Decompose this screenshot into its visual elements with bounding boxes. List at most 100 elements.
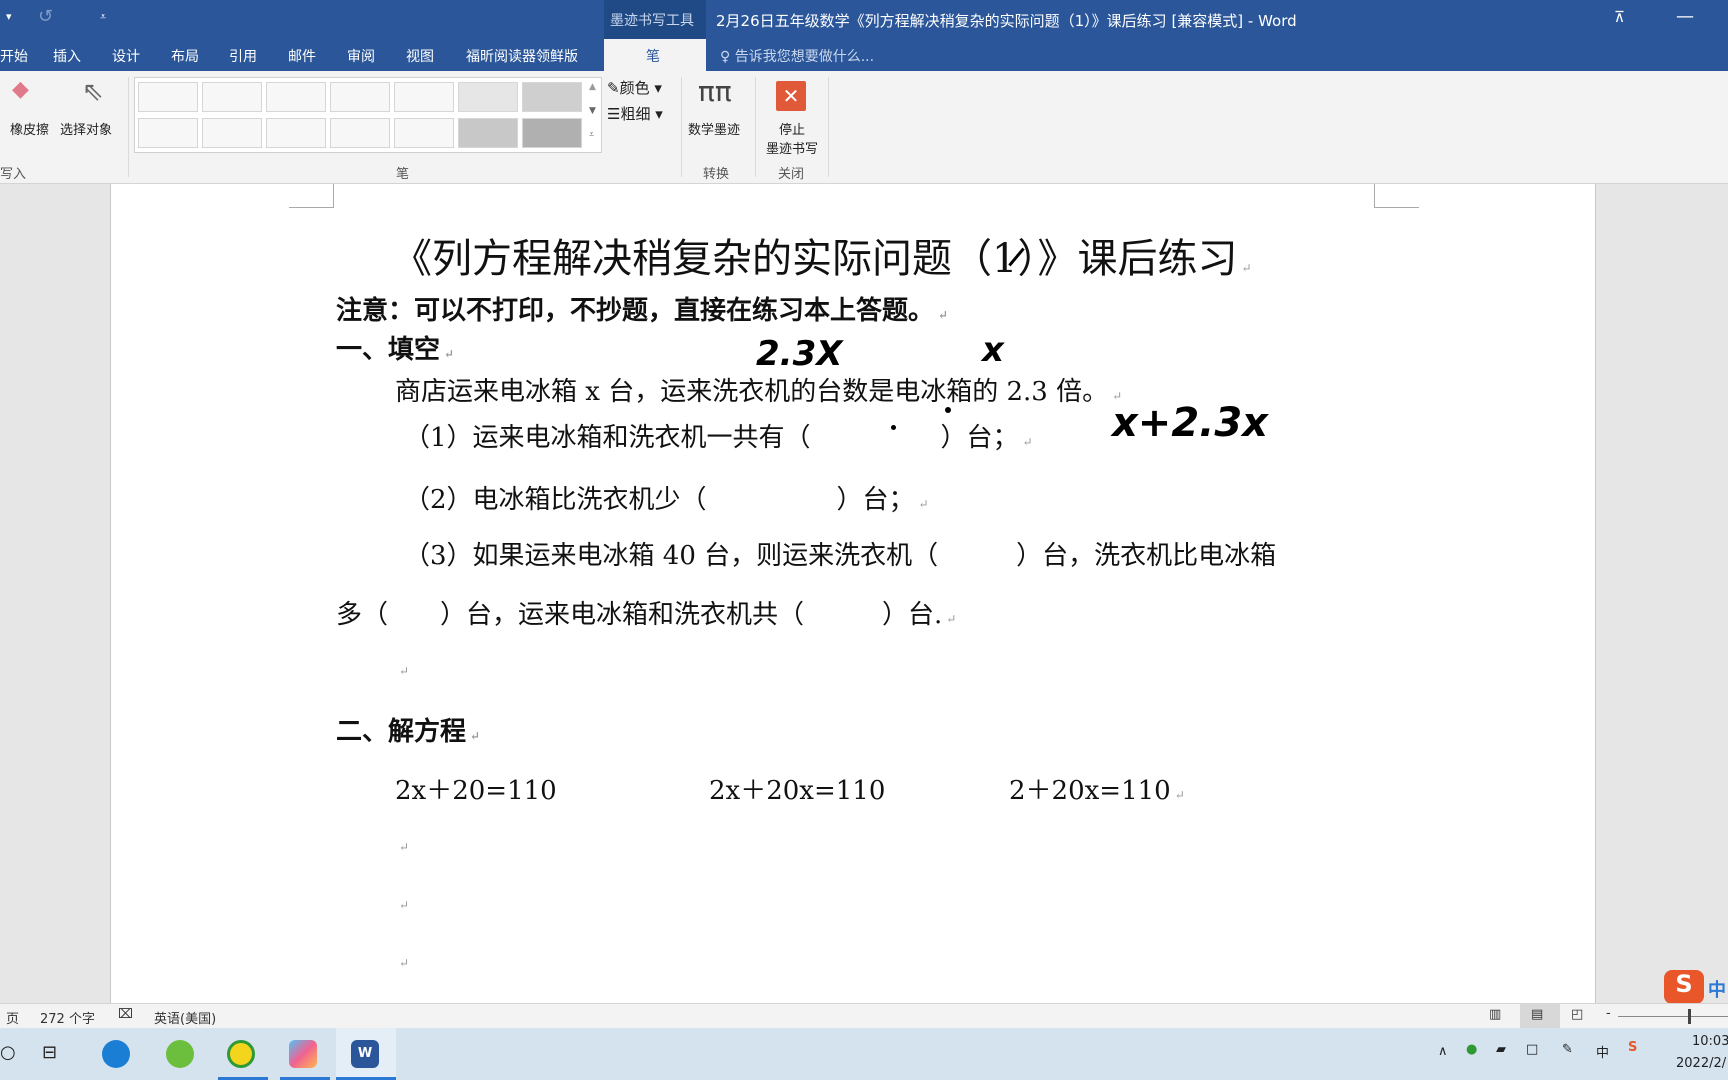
ribbon-display-options-icon[interactable]: ⊼ (1614, 8, 1625, 26)
status-bar: 页 272 个字 ⌧ 英语(美国) ▥ ▤ ◰ - (0, 1003, 1728, 1028)
thickness-icon: ☰ (607, 105, 621, 123)
minimize-icon[interactable]: — (1676, 6, 1694, 27)
question-2: （2）电冰箱比洗衣机少（ ）台； ↵ (404, 485, 929, 515)
taskbar: ○ ⊟ W ∧ ● ▰ □ ✎ 中 S 10:03 2022/2/ (0, 1028, 1728, 1080)
gallery-expand[interactable]: ⩡ (589, 130, 594, 140)
tab-insert[interactable]: 插入 (53, 46, 81, 66)
tab-review[interactable]: 审阅 (347, 46, 375, 66)
edge-icon[interactable] (102, 1040, 130, 1068)
window-title: 2月26日五年级数学《列方程解决稍复杂的实际问题（1）》课后练习 [兼容模式] … (716, 12, 1297, 30)
language-indicator[interactable]: 英语(美国) (154, 1008, 216, 1027)
paragraph-mark: ↵ (399, 840, 410, 854)
document-title: 《列方程解决稍复杂的实际问题（1）》课后练习 ↵ (392, 236, 1252, 282)
pen-style[interactable] (202, 82, 262, 112)
qat-dropdown-icon[interactable]: ▾ (6, 10, 12, 23)
stop-close-icon: ✕ (776, 81, 806, 111)
zoom-slider-thumb[interactable] (1688, 1009, 1691, 1024)
paragraph-mark: ↵ (399, 956, 410, 970)
eraser-icon: ◆ (12, 77, 29, 102)
paragraph-mark: ↵ (399, 898, 410, 912)
equation-2: 2x＋20x=110 (709, 776, 886, 806)
thickness-button[interactable]: ☰粗细 ▾ (607, 103, 663, 124)
customize-qat-icon[interactable]: ⩡ (100, 10, 106, 24)
pen-color-icon: ✎ (607, 79, 620, 97)
pen-style[interactable] (266, 118, 326, 148)
tray-sogou-icon[interactable]: S (1628, 1040, 1637, 1055)
clock-time[interactable]: 10:03 (1692, 1034, 1728, 1049)
tab-foxit[interactable]: 福昕阅读器领鲜版 (466, 46, 578, 66)
pen-style[interactable] (330, 118, 390, 148)
zoom-out-button[interactable]: - (1606, 1006, 1611, 1021)
tab-mailings[interactable]: 邮件 (288, 46, 316, 66)
tray-pen-icon[interactable]: ✎ (1562, 1042, 1573, 1057)
pen-style[interactable] (266, 82, 326, 112)
ink-annotation: x+2.3x (1112, 400, 1268, 446)
math-ink-button[interactable]: 数学墨迹 (688, 119, 740, 138)
ime-mode-icon[interactable]: 中 (1708, 976, 1726, 1002)
ink-dot (891, 425, 896, 430)
color-button[interactable]: ✎颜色 ▾ (607, 77, 662, 98)
zoom-slider[interactable] (1618, 1016, 1728, 1017)
gallery-scroll-down[interactable]: ▼ (589, 106, 596, 116)
pen-style[interactable] (394, 82, 454, 112)
word-icon[interactable]: W (351, 1040, 379, 1068)
math-pi-icon: ππ (698, 75, 732, 108)
section-fill-blank: 一、填空 ↵ (336, 335, 455, 365)
select-cursor-icon: ⇖ (82, 77, 104, 107)
stop-inking-button[interactable]: 停止 墨迹书写 (760, 119, 824, 157)
pen-style[interactable] (138, 82, 198, 112)
app-icon[interactable] (289, 1040, 317, 1068)
eraser-button[interactable]: 橡皮擦 (10, 119, 49, 138)
sogou-ime-icon[interactable]: S (1664, 970, 1704, 1004)
question-3-line1: （3）如果运来电冰箱 40 台，则运来洗衣机（ ）台，洗衣机比电冰箱 (404, 541, 1277, 571)
lightbulb-icon: ♀ (720, 49, 735, 65)
highlighter-style[interactable] (522, 118, 582, 148)
highlighter-style[interactable] (522, 82, 582, 112)
ribbon: ◆ 橡皮擦 ⇖ 选择对象 写入 ▲ ▼ ⩡ ✎颜色 ▾ ☰粗细 ▾ 笔 ππ 数… (0, 71, 1728, 184)
tray-network-icon[interactable]: □ (1526, 1042, 1538, 1057)
tab-references[interactable]: 引用 (229, 46, 257, 66)
pen-style[interactable] (394, 118, 454, 148)
tell-me-search[interactable]: ♀ 告诉我您想要做什么... (720, 46, 874, 66)
show-hidden-icons[interactable]: ∧ (1438, 1044, 1448, 1059)
page-count[interactable]: 页 (6, 1008, 19, 1027)
read-mode-icon[interactable]: ▥ (1489, 1007, 1501, 1022)
select-objects-button[interactable]: 选择对象 (60, 119, 112, 138)
print-layout-icon[interactable]: ▤ (1531, 1007, 1543, 1022)
equation-3: 2＋20x=110 ↵ (1009, 776, 1185, 806)
highlighter-style[interactable] (458, 82, 518, 112)
title-bar: ▾ ↺ ⩡ 墨迹书写工具 2月26日五年级数学《列方程解决稍复杂的实际问题（1）… (0, 0, 1728, 39)
tab-pen[interactable]: 笔 (604, 39, 706, 71)
ribbon-tabs: 开始 插入 设计 布局 引用 邮件 审阅 视图 福昕阅读器领鲜版 笔 ♀ 告诉我… (0, 39, 1728, 71)
web-layout-icon[interactable]: ◰ (1571, 1007, 1583, 1022)
pen-gallery: ▲ ▼ ⩡ (134, 77, 602, 153)
tray-battery-icon[interactable]: ▰ (1496, 1042, 1506, 1057)
equation-1: 2x＋20=110 (395, 776, 557, 806)
pen-style[interactable] (330, 82, 390, 112)
section-solve-equations: 二、解方程 ↵ (336, 717, 481, 747)
tray-360-icon[interactable]: ● (1466, 1042, 1477, 1057)
problem-text: 商店运来电冰箱 x 台，运来洗衣机的台数是电冰箱的 2.3 倍。 ↵ (395, 377, 1123, 407)
tab-design[interactable]: 设计 (112, 46, 140, 66)
pen-style[interactable] (202, 118, 262, 148)
group-pens-label: 笔 (396, 167, 410, 182)
clock-date[interactable]: 2022/2/ (1676, 1056, 1726, 1071)
360-security-icon[interactable] (227, 1040, 255, 1068)
proofing-icon[interactable]: ⌧ (118, 1007, 133, 1022)
ie-browser-icon[interactable] (166, 1040, 194, 1068)
tab-home[interactable]: 开始 (0, 46, 28, 66)
tab-view[interactable]: 视图 (406, 46, 434, 66)
question-3-line2: 多（ ）台，运来电冰箱和洗衣机共（ ）台. ↵ (336, 600, 957, 630)
redo-icon[interactable]: ↺ (38, 6, 53, 27)
highlighter-style[interactable] (458, 118, 518, 148)
tray-ime-icon[interactable]: 中 (1596, 1042, 1609, 1061)
task-view-icon[interactable]: ⊟ (42, 1042, 57, 1063)
search-icon[interactable]: ○ (0, 1042, 16, 1063)
group-close-label: 关闭 (778, 167, 805, 182)
tab-layout[interactable]: 布局 (171, 46, 199, 66)
paragraph-mark: ↵ (399, 664, 410, 678)
word-count[interactable]: 272 个字 (40, 1008, 95, 1027)
group-convert-label: 转换 (703, 167, 730, 182)
gallery-scroll-up[interactable]: ▲ (589, 82, 596, 92)
pen-style[interactable] (138, 118, 198, 148)
